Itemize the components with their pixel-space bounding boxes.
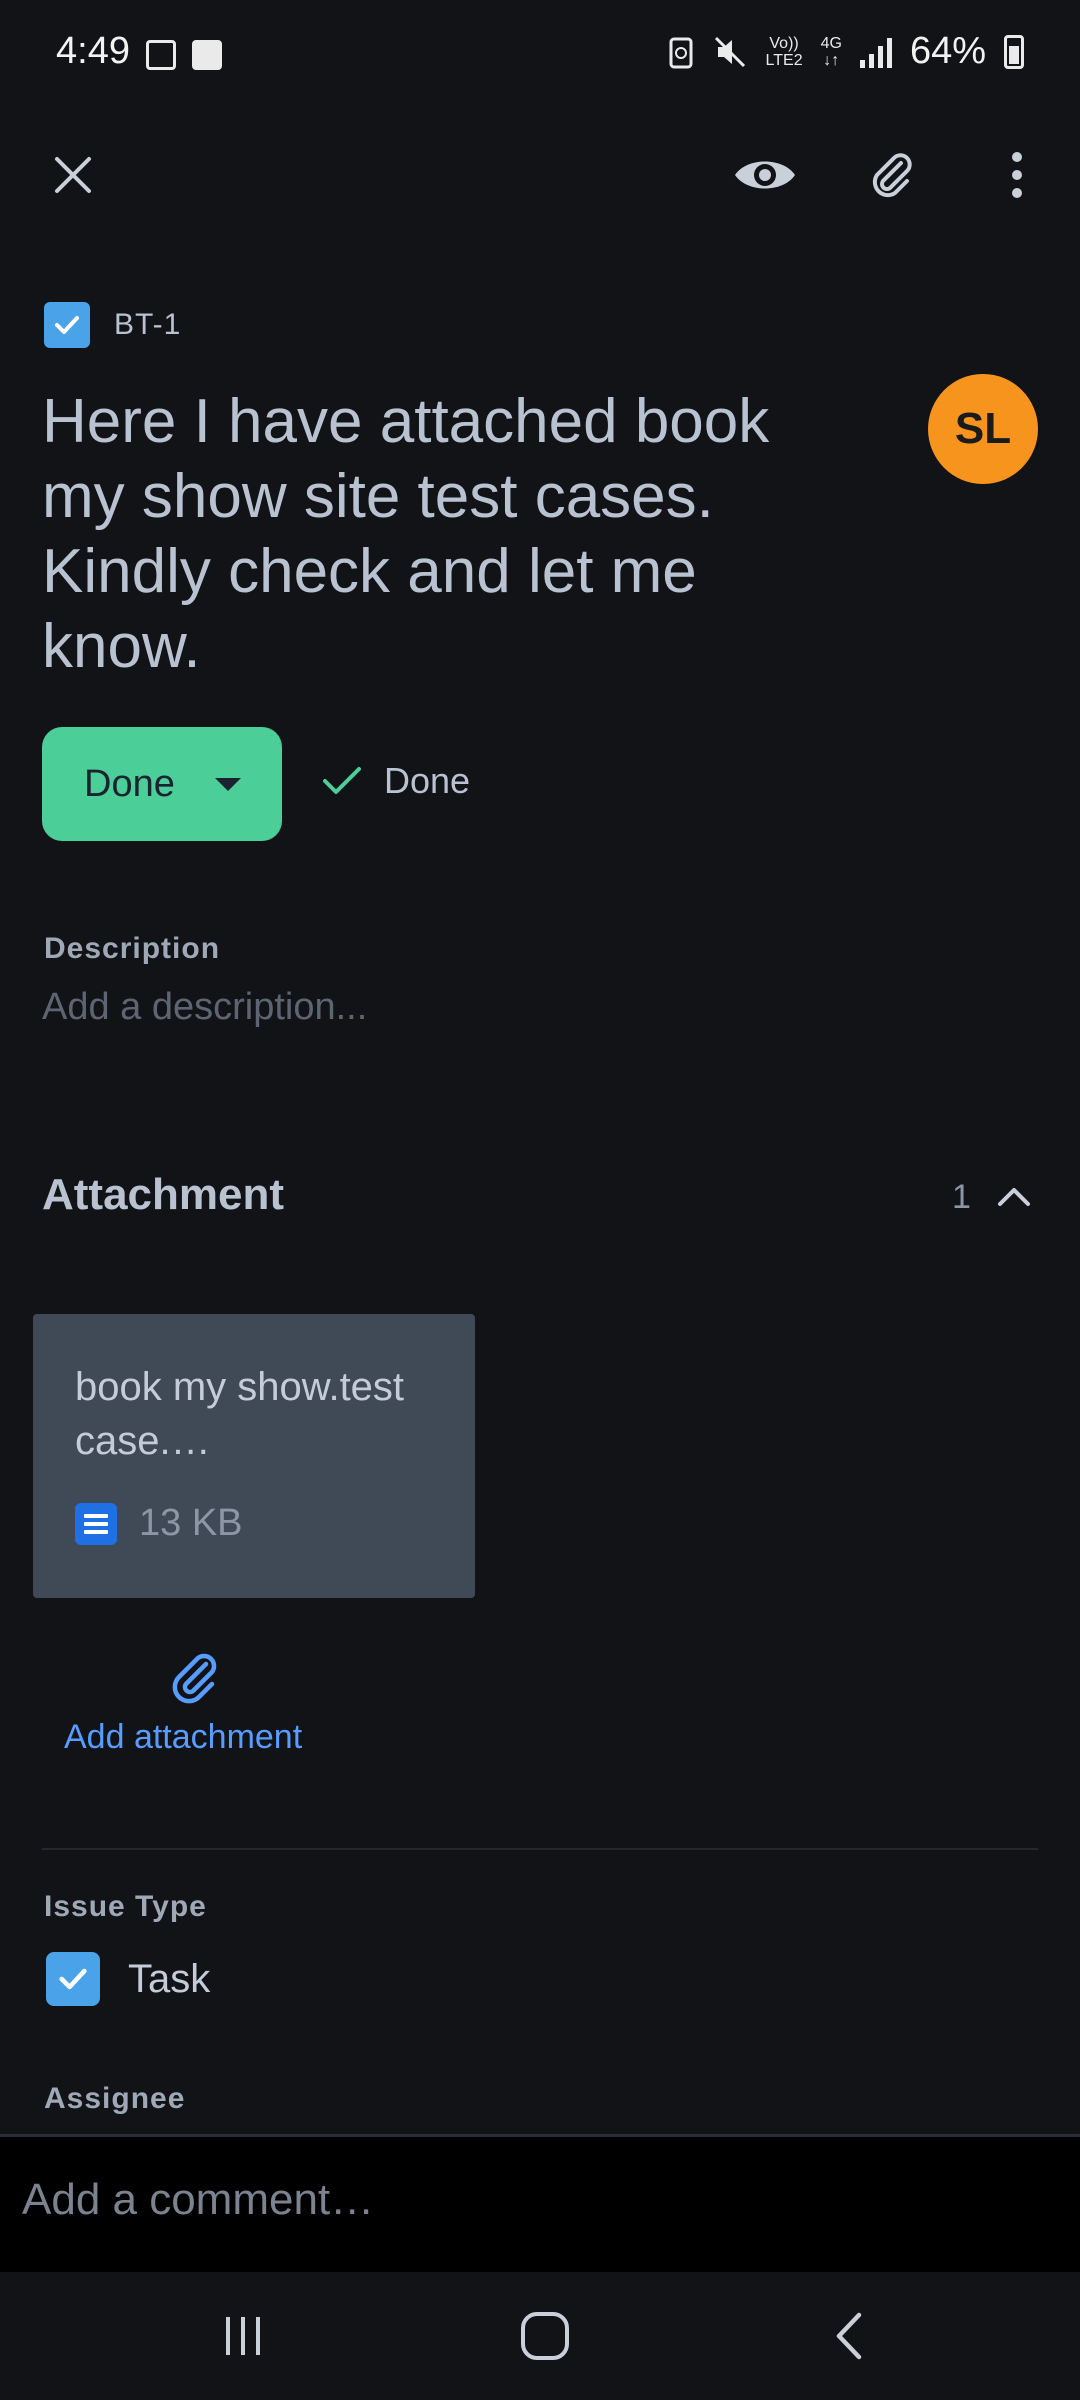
system-navigation-bar	[0, 2272, 1080, 2400]
battery-icon	[1004, 34, 1024, 69]
close-button[interactable]	[28, 130, 118, 220]
issue-type-label: Issue Type	[44, 1890, 207, 1923]
attachment-count: 1	[952, 1178, 971, 1216]
document-icon	[75, 1502, 117, 1545]
chevron-up-icon[interactable]	[994, 1176, 1034, 1216]
back-icon	[836, 2312, 862, 2360]
status-dropdown-button[interactable]: Done	[42, 727, 282, 841]
notification-icons	[146, 40, 222, 70]
clock-notification-icon	[192, 40, 222, 70]
attachment-size: 13 KB	[139, 1502, 243, 1544]
add-attachment-button[interactable]: Add attachment	[64, 1650, 330, 1760]
gallery-notification-icon	[146, 40, 176, 70]
eye-icon	[735, 161, 795, 189]
attachment-file-name: book my show.test case.…	[75, 1365, 405, 1463]
mute-icon	[714, 36, 745, 67]
recent-apps-button[interactable]	[198, 2296, 288, 2376]
more-options-button[interactable]	[972, 130, 1062, 220]
resolution-label: Done	[384, 760, 471, 801]
issue-key-row: BT-1	[44, 302, 181, 348]
top-toolbar	[0, 130, 1080, 220]
status-label: Done	[84, 762, 175, 805]
task-type-icon	[46, 1952, 100, 2006]
resolution: Done	[322, 760, 470, 802]
attachment-section-title: Attachment	[42, 1170, 285, 1219]
issue-type-field[interactable]: Task	[46, 1952, 210, 2006]
home-icon	[521, 2312, 569, 2360]
back-button[interactable]	[804, 2296, 894, 2376]
watch-button[interactable]	[720, 130, 810, 220]
comment-input[interactable]: Add a comment…	[22, 2175, 374, 2225]
volte-indicator: Vo)) LTE2	[765, 34, 803, 69]
status-time: 4:49	[56, 30, 130, 72]
issue-key[interactable]: BT-1	[114, 308, 181, 342]
assignee-label: Assignee	[44, 2082, 186, 2115]
attachment-meta: 13 KB	[75, 1502, 243, 1545]
signal-strength-icon	[859, 36, 892, 68]
issue-summary[interactable]: Here I have attached book my show site t…	[42, 384, 862, 684]
recent-apps-icon	[226, 2317, 260, 2355]
checkmark-icon	[323, 767, 361, 794]
assignee-avatar[interactable]: SL	[928, 374, 1038, 484]
section-divider	[42, 1848, 1038, 1850]
status-bar: 4:49 Vo)) LTE2 4G ↓↑ 64%	[0, 0, 1080, 110]
issue-type-value: Task	[128, 1956, 211, 2001]
attach-button[interactable]	[846, 130, 936, 220]
close-icon	[55, 157, 91, 193]
battery-percent: 64%	[909, 30, 986, 72]
home-button[interactable]	[500, 2296, 590, 2376]
add-attachment-label: Add attachment	[64, 1718, 303, 1756]
chevron-down-icon	[214, 777, 241, 791]
description-field[interactable]: Add a description...	[42, 986, 367, 1029]
attachment-card[interactable]: book my show.test case.… 13 KB	[33, 1314, 475, 1598]
more-vertical-icon	[1012, 152, 1022, 198]
description-label: Description	[44, 932, 221, 965]
battery-saver-icon	[669, 37, 693, 68]
paperclip-icon	[872, 153, 912, 198]
network-gen-indicator: 4G ↓↑	[820, 34, 842, 69]
system-status-icons: Vo)) LTE2 4G ↓↑ 64%	[668, 30, 1024, 73]
task-type-icon	[44, 302, 90, 348]
paperclip-icon	[172, 1653, 217, 1704]
comment-bar: Add a comment…	[0, 2134, 1080, 2272]
